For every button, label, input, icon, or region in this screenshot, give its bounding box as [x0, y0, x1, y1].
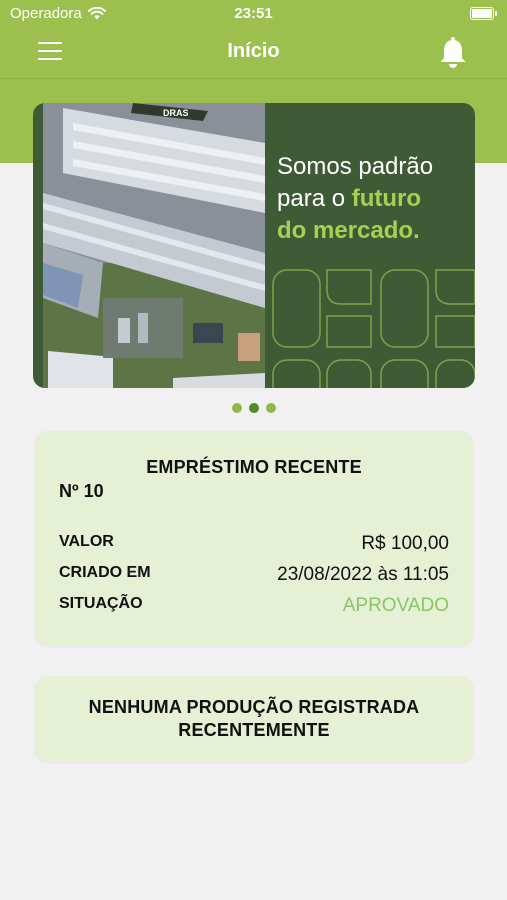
loan-value: R$ 100,00: [361, 533, 449, 554]
battery-icon: [470, 7, 497, 20]
banner-highlight-1: futuro: [351, 185, 422, 212]
loan-value-label: VALOR: [59, 533, 114, 550]
carousel-dot[interactable]: [265, 403, 276, 413]
loan-number: Nº 10: [59, 481, 104, 501]
factory-aerial-photo: DRAS: [43, 103, 265, 388]
banner-line-2: para o futuro: [277, 185, 422, 212]
production-empty-message: NENHUMA PRODUÇÃO REGISTRADA RECENTEMENTE: [35, 696, 473, 742]
page-title: Início: [227, 40, 280, 62]
loan-value-row: VALOR R$ 100,00: [59, 533, 449, 557]
production-message-line-1: NENHUMA PRODUÇÃO REGISTRADA: [88, 697, 420, 717]
production-card[interactable]: NENHUMA PRODUÇÃO REGISTRADA RECENTEMENTE: [35, 676, 473, 762]
promo-banner[interactable]: DRAS Somos padrão para o futuro do merca…: [33, 103, 475, 388]
recent-loan-card[interactable]: EMPRÉSTIMO RECENTE Nº 10 VALOR R$ 100,00…: [35, 431, 473, 646]
decorative-pattern: [272, 269, 475, 388]
bell-icon: [440, 37, 466, 68]
nav-divider: [0, 78, 507, 79]
loan-status-label: SITUAÇÃO: [59, 595, 143, 612]
loan-card-title: EMPRÉSTIMO RECENTE: [146, 457, 362, 477]
loan-status-value: APROVADO: [342, 595, 449, 616]
production-message-line-2: RECENTEMENTE: [178, 720, 330, 740]
banner-highlight-2: do mercado.: [277, 217, 420, 244]
nav-bar: Início: [0, 28, 507, 78]
banner-headline: Somos padrão para o futuro do mercado.: [277, 151, 467, 247]
loan-created-value: 23/08/2022 às 11:05: [277, 564, 449, 585]
status-time: 23:51: [234, 5, 273, 22]
notifications-button[interactable]: [438, 36, 468, 70]
status-bar: Operadora 23:51: [0, 0, 507, 28]
loan-created-label: CRIADO EM: [59, 564, 151, 581]
photo-sign-text: DRAS: [163, 108, 189, 118]
loan-status-row: SITUAÇÃO APROVADO: [59, 595, 449, 619]
carousel-indicator: [0, 403, 507, 413]
carousel-dot[interactable]: [248, 403, 259, 413]
banner-line-1: Somos padrão: [277, 153, 434, 180]
carousel-dot[interactable]: [231, 403, 242, 413]
loan-created-row: CRIADO EM 23/08/2022 às 11:05: [59, 564, 449, 588]
